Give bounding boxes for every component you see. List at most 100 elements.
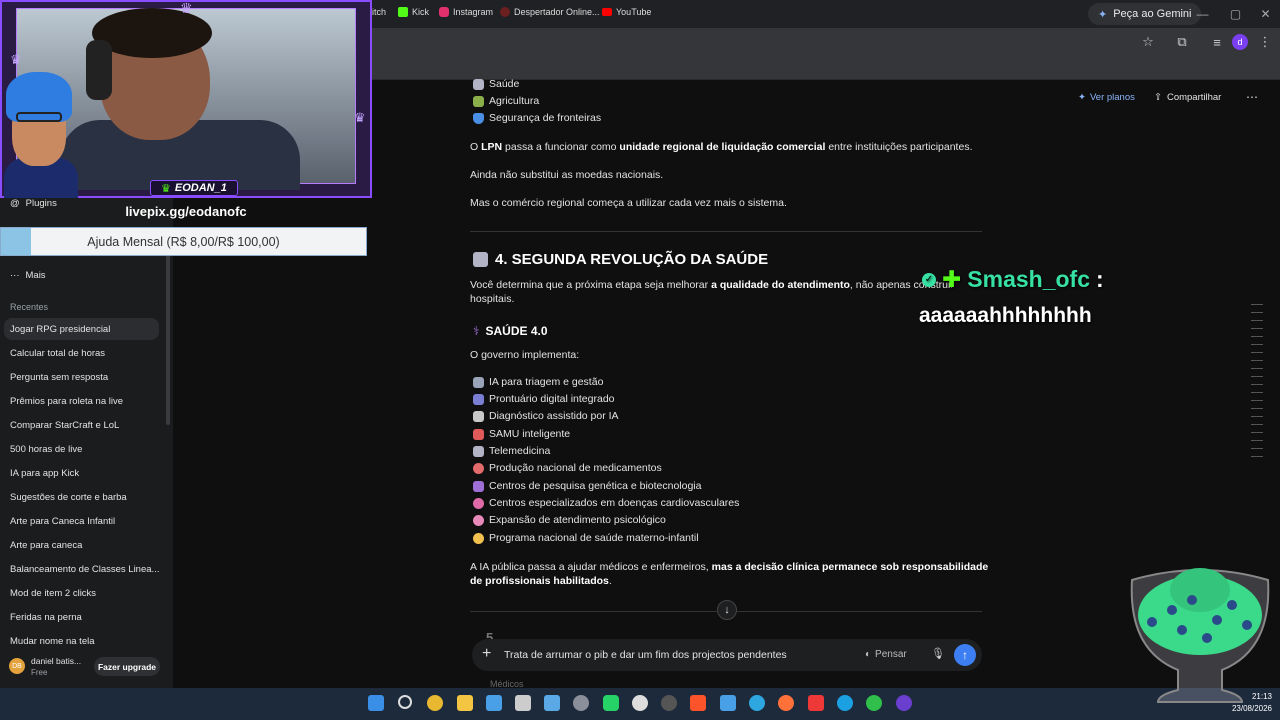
- baby-icon: [473, 532, 484, 544]
- recent-item[interactable]: Feridas na perna: [10, 612, 82, 623]
- recent-item[interactable]: Arte para caneca: [10, 540, 82, 551]
- crown-icon: ♛: [180, 0, 193, 16]
- think-button[interactable]: ◐ Pensar: [865, 649, 907, 660]
- paragraph: O LPN passa a funcionar como unidade reg…: [470, 141, 973, 153]
- hospital-icon: [473, 445, 484, 457]
- close-icon[interactable]: ✕: [1249, 0, 1280, 28]
- recent-item[interactable]: Mod de item 2 clicks: [10, 588, 96, 599]
- headset-icon: [86, 40, 112, 100]
- recent-item[interactable]: Prêmios para roleta na live: [10, 396, 123, 407]
- media-icon[interactable]: ≡: [1208, 33, 1226, 51]
- recent-item[interactable]: Jogar RPG presidencial: [10, 324, 110, 335]
- gemini-sparkle-icon: ✦: [1098, 8, 1108, 21]
- scroll-down-button[interactable]: ↓: [717, 600, 737, 620]
- recent-item[interactable]: Pergunta sem resposta: [10, 372, 108, 383]
- robot-icon: [473, 376, 484, 388]
- firefox-icon[interactable]: [778, 695, 794, 711]
- menu-kebab-icon[interactable]: ⋮: [1256, 33, 1274, 51]
- microphone-icon[interactable]: 🎙: [931, 647, 945, 660]
- file-explorer-icon[interactable]: [457, 695, 473, 711]
- divider: [470, 231, 982, 232]
- recent-item[interactable]: Sugestões de corte e barba: [10, 492, 127, 503]
- bookmark-youtube[interactable]: YouTube: [602, 5, 651, 19]
- arrow-up-icon: ↑: [962, 648, 968, 662]
- user-avatar[interactable]: DB: [9, 658, 25, 674]
- donation-goal-label: Ajuda Mensal (R$ 8,00/R$ 100,00): [87, 235, 280, 249]
- livepix-link: livepix.gg/eodanofc: [125, 204, 247, 219]
- sidebar-item-more[interactable]: ··· Mais: [10, 270, 46, 281]
- sticker-bowl-overlay: [1130, 568, 1270, 703]
- crown-icon: ♛: [354, 110, 366, 125]
- bookmark-despertador[interactable]: Despertador Online...: [500, 5, 600, 19]
- list-item: Segurança de fronteiras: [473, 112, 601, 124]
- bookmark-instagram[interactable]: Instagram: [439, 5, 493, 19]
- bookmark-twitch[interactable]: itch: [372, 5, 386, 19]
- share-button[interactable]: ⇪ Compartilhar: [1154, 92, 1221, 103]
- paragraph: A IA pública passa a ajudar médicos e en…: [470, 561, 989, 587]
- app-icon[interactable]: [896, 695, 912, 711]
- view-plans-button[interactable]: ✦ Ver planos: [1078, 92, 1135, 103]
- paragraph: O governo implementa:: [470, 349, 580, 361]
- chrome-icon[interactable]: [427, 695, 443, 711]
- stethoscope-icon: ⚕: [473, 324, 480, 338]
- brave-icon[interactable]: [690, 695, 706, 711]
- list-item: Telemedicina: [473, 445, 550, 457]
- subsection-heading: ⚕ SAÚDE 4.0: [473, 324, 548, 338]
- edge-icon[interactable]: [749, 695, 765, 711]
- bookmark-star-icon[interactable]: ☆: [1139, 33, 1157, 51]
- shield-icon: [473, 112, 484, 124]
- scroll-indicator: [1251, 304, 1263, 464]
- sidebar-scrollbar[interactable]: [166, 245, 170, 425]
- app-icon[interactable]: [544, 695, 560, 711]
- windows-start-icon[interactable]: [368, 695, 384, 711]
- heart-icon: [473, 497, 484, 509]
- ask-gemini-button[interactable]: ✦ Peça ao Gemini: [1088, 3, 1202, 25]
- app-icon[interactable]: [866, 695, 882, 711]
- extensions-icon[interactable]: ⧉: [1173, 33, 1191, 51]
- recent-header: Recentes: [10, 302, 49, 312]
- calculator-icon[interactable]: [515, 695, 531, 711]
- recent-item[interactable]: 500 horas de live: [10, 444, 82, 455]
- instagram-icon: [439, 7, 449, 17]
- lightbulb-icon: ◐: [865, 649, 872, 660]
- obs-icon[interactable]: [632, 695, 648, 711]
- dna-icon: [473, 480, 484, 492]
- list-item: IA para triagem e gestão: [473, 376, 603, 388]
- photos-icon[interactable]: [486, 695, 502, 711]
- profile-avatar[interactable]: d: [1232, 34, 1248, 50]
- arrow-down-icon: ↓: [724, 604, 730, 616]
- avatar-glasses: [16, 112, 62, 122]
- bookmark-kick[interactable]: Kick: [398, 5, 429, 19]
- maximize-icon[interactable]: ▢: [1219, 0, 1252, 28]
- list-item: Saúde: [473, 78, 519, 90]
- whatsapp-icon[interactable]: [603, 695, 619, 711]
- app-icon[interactable]: [661, 695, 677, 711]
- add-icon[interactable]: +: [482, 645, 491, 663]
- sprout-icon: [473, 95, 484, 107]
- send-button[interactable]: ↑: [954, 644, 976, 666]
- ambulance-icon: [473, 428, 484, 440]
- list-item: Expansão de atendimento psicológico: [473, 514, 666, 526]
- recent-item[interactable]: Comparar StarCraft e LoL: [10, 420, 119, 431]
- share-icon: ⇪: [1154, 92, 1162, 103]
- app-icon[interactable]: [720, 695, 736, 711]
- recent-item[interactable]: IA para app Kick: [10, 468, 79, 479]
- recent-item[interactable]: Balanceamento de Classes Linea...: [10, 564, 159, 575]
- minimize-icon[interactable]: —: [1186, 0, 1219, 28]
- list-item: Centros de pesquisa genética e biotecnol…: [473, 480, 701, 492]
- vivaldi-icon[interactable]: [808, 695, 824, 711]
- list-item: Prontuário digital integrado: [473, 393, 615, 405]
- list-item: Produção nacional de medicamentos: [473, 462, 662, 474]
- app-icon[interactable]: [837, 695, 853, 711]
- prompt-input[interactable]: Trata de arrumar o pib e dar um fim dos …: [504, 649, 787, 661]
- search-icon[interactable]: [398, 695, 412, 709]
- options-kebab-icon[interactable]: ⋯: [1246, 90, 1258, 104]
- recent-item[interactable]: Arte para Caneca Infantil: [10, 516, 115, 527]
- youtube-icon: [602, 8, 612, 16]
- recent-item[interactable]: Calcular total de horas: [10, 348, 105, 359]
- upgrade-button[interactable]: Fazer upgrade: [94, 657, 160, 676]
- section-heading: 4. SEGUNDA REVOLUÇÃO DA SAÚDE: [473, 251, 768, 268]
- recent-item[interactable]: Mudar nome na tela: [10, 636, 95, 647]
- paragraph: Você determina que a próxima etapa seja …: [470, 279, 954, 305]
- settings-icon[interactable]: [573, 695, 589, 711]
